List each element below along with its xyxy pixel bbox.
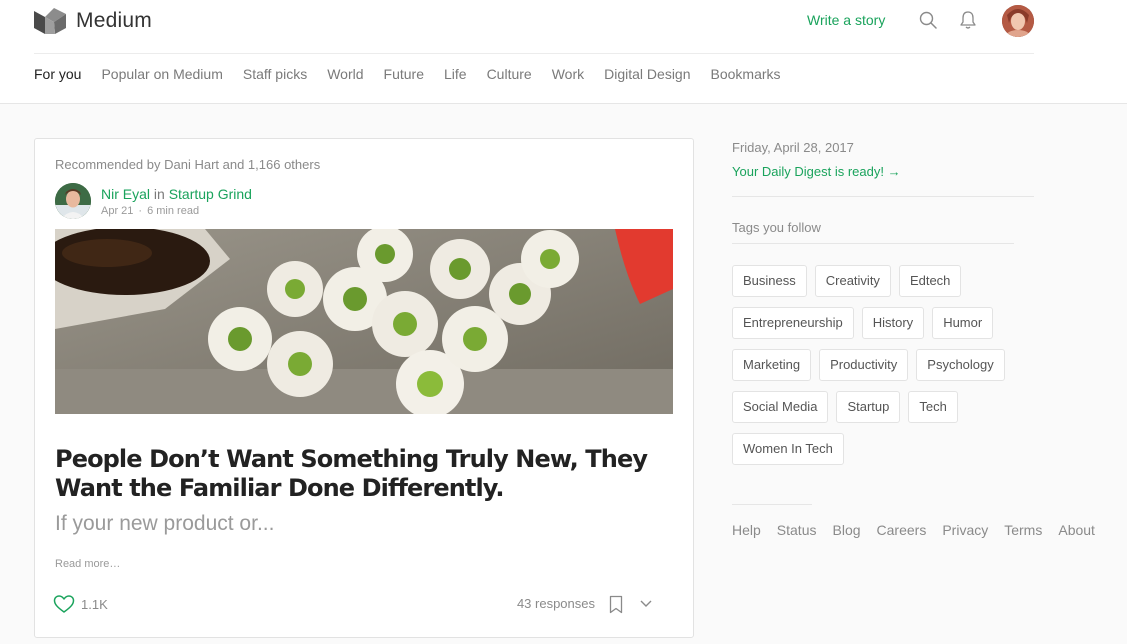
article-hero-image[interactable] (55, 229, 673, 414)
brand-name: Medium (76, 9, 152, 32)
divider (732, 196, 1034, 197)
bell-icon[interactable] (959, 10, 977, 30)
daily-digest-link[interactable]: Your Daily Digest is ready! → (732, 164, 901, 179)
heart-icon[interactable] (53, 594, 75, 614)
author-meta: Nir Eyal in Startup Grind Apr 21 · 6 min r… (101, 186, 252, 217)
nav-item-for-you[interactable]: For you (34, 66, 81, 90)
tags-heading: Tags you follow (732, 220, 821, 235)
tag-entrepreneurship[interactable]: Entrepreneurship (732, 307, 854, 339)
nav-item-life[interactable]: Life (444, 66, 467, 90)
write-story-link[interactable]: Write a story (807, 12, 885, 28)
tag-humor[interactable]: Humor (932, 307, 994, 339)
tag-creativity[interactable]: Creativity (814, 265, 891, 297)
tag-history[interactable]: History (861, 307, 925, 339)
date-line: Apr 21 · 6 min read (101, 205, 252, 217)
tag-edtech[interactable]: Edtech (898, 265, 962, 297)
search-icon[interactable] (919, 11, 937, 29)
article-subtitle[interactable]: If your new product or... (55, 512, 274, 536)
divider (732, 243, 1014, 244)
tag-social-media[interactable]: Social Media (732, 391, 829, 423)
sushi-image (55, 229, 673, 414)
tag-startup[interactable]: Startup (836, 391, 901, 423)
top-bar: Medium Write a story (34, 0, 1034, 54)
article-title[interactable]: People Don’t Want Something Truly New, T… (55, 445, 680, 503)
read-more-link[interactable]: Read more… (55, 558, 120, 570)
author-link[interactable]: Nir Eyal (101, 186, 150, 202)
nav-item-popular[interactable]: Popular on Medium (101, 66, 222, 90)
responses-link[interactable]: 43 responses (517, 596, 595, 611)
in-word: in (153, 186, 165, 202)
article-actions: 1.1K 43 responses (53, 594, 675, 616)
topic-nav: For you Popular on Medium Staff picks Wo… (34, 66, 801, 90)
site-header: Medium Write a story For you Popular on … (0, 0, 1127, 104)
nav-item-bookmarks[interactable]: Bookmarks (711, 66, 781, 90)
footer-links: Help Status Blog Careers Privacy Terms A… (732, 522, 1111, 538)
article-card: Recommended by Dani Hart and 1,166 other… (34, 138, 694, 638)
tag-tech[interactable]: Tech (908, 391, 958, 423)
footer-link-status[interactable]: Status (777, 522, 817, 538)
divider (732, 504, 812, 505)
medium-logo-icon (34, 8, 66, 34)
tag-business[interactable]: Business (732, 265, 807, 297)
nav-item-work[interactable]: Work (552, 66, 584, 90)
nav-item-future[interactable]: Future (384, 66, 424, 90)
publication-link[interactable]: Startup Grind (169, 186, 252, 202)
tag-marketing[interactable]: Marketing (732, 349, 812, 381)
footer-link-privacy[interactable]: Privacy (942, 522, 988, 538)
nav-item-world[interactable]: World (327, 66, 363, 90)
nav-item-culture[interactable]: Culture (487, 66, 532, 90)
nav-item-staff-picks[interactable]: Staff picks (243, 66, 307, 90)
chevron-down-icon[interactable] (639, 599, 653, 609)
tag-psychology[interactable]: Psychology (916, 349, 1005, 381)
digest-date: Friday, April 28, 2017 (732, 140, 854, 155)
footer-link-help[interactable]: Help (732, 522, 761, 538)
nav-item-digital-design[interactable]: Digital Design (604, 66, 690, 90)
logo[interactable]: Medium (34, 8, 152, 34)
bookmark-icon[interactable] (609, 595, 623, 614)
recommended-by: Recommended by Dani Hart and 1,166 other… (55, 157, 321, 172)
footer-link-terms[interactable]: Terms (1004, 522, 1042, 538)
tag-productivity[interactable]: Productivity (819, 349, 909, 381)
footer-link-careers[interactable]: Careers (877, 522, 927, 538)
footer-link-about[interactable]: About (1058, 522, 1095, 538)
author-line: Nir Eyal in Startup Grind (101, 186, 252, 202)
tag-women-in-tech[interactable]: Women In Tech (732, 433, 844, 465)
publish-date: Apr 21 (101, 205, 134, 217)
separator-dot: · (138, 205, 143, 217)
footer-link-blog[interactable]: Blog (833, 522, 861, 538)
author-photo (55, 183, 91, 219)
read-time: 6 min read (147, 205, 200, 217)
like-count: 1.1K (81, 597, 108, 612)
followed-tags: Business Creativity Edtech Entrepreneurs… (732, 265, 1032, 465)
author-avatar[interactable] (55, 183, 91, 219)
avatar[interactable] (1002, 5, 1034, 37)
profile-photo (1002, 5, 1034, 37)
